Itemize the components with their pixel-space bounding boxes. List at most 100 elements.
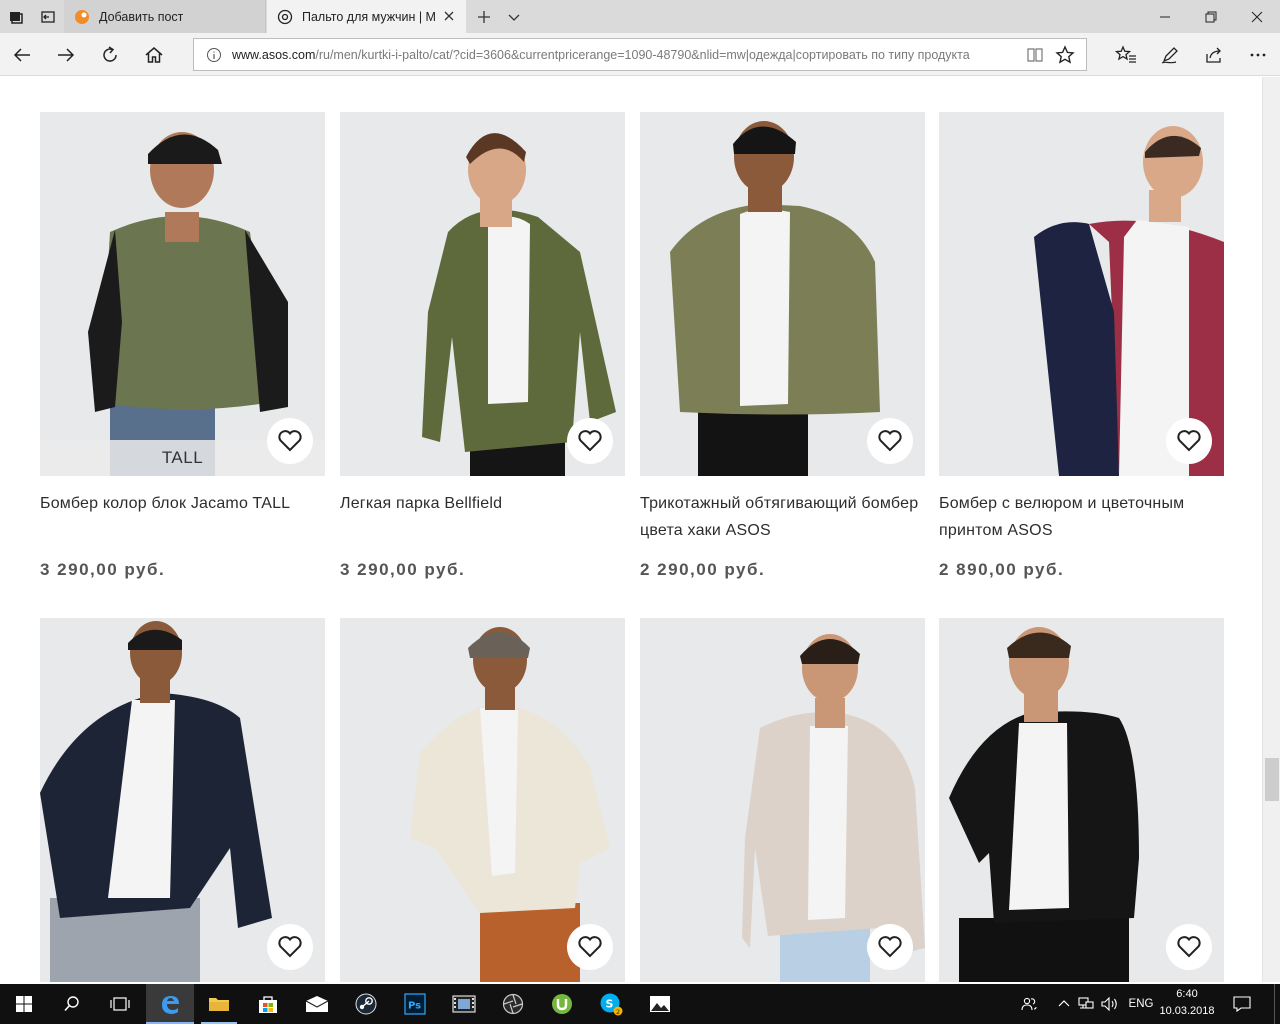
share-icon bbox=[1206, 47, 1221, 63]
product-image[interactable] bbox=[939, 618, 1224, 982]
set-tabs-aside-icon[interactable] bbox=[32, 0, 64, 33]
scrollbar-thumb[interactable] bbox=[1265, 758, 1279, 801]
start-button[interactable] bbox=[0, 984, 48, 1024]
info-icon[interactable] bbox=[206, 47, 222, 63]
product-card[interactable]: Трикотажный обтягивающий бомбер цвета ха… bbox=[640, 112, 925, 580]
aperture-icon bbox=[502, 993, 524, 1015]
store-icon bbox=[259, 996, 277, 1013]
product-image[interactable] bbox=[40, 618, 325, 982]
save-for-later-button[interactable] bbox=[867, 924, 913, 970]
refresh-button[interactable] bbox=[92, 37, 128, 73]
tab-preview-toggle[interactable] bbox=[502, 0, 526, 33]
minimize-button[interactable] bbox=[1142, 0, 1188, 33]
taskbar-photoshop[interactable]: Ps bbox=[391, 984, 439, 1024]
task-view-button[interactable] bbox=[96, 984, 144, 1024]
back-button[interactable] bbox=[4, 37, 40, 73]
close-window-button[interactable] bbox=[1234, 0, 1280, 33]
favorite-star-icon[interactable] bbox=[1055, 45, 1075, 65]
taskbar-file-explorer[interactable] bbox=[195, 984, 243, 1024]
taskbar-photos[interactable] bbox=[636, 984, 684, 1024]
taskbar-utorrent[interactable] bbox=[538, 984, 586, 1024]
forward-button[interactable] bbox=[48, 37, 84, 73]
product-card[interactable]: TALL Бомбер колор блок Jacamo TALL 3 290… bbox=[40, 112, 325, 580]
product-image[interactable] bbox=[939, 112, 1224, 476]
mail-icon bbox=[305, 996, 329, 1012]
taskbar-steam[interactable] bbox=[342, 984, 390, 1024]
web-note-button[interactable] bbox=[1152, 37, 1188, 73]
show-desktop-button[interactable] bbox=[1274, 984, 1280, 1024]
search-button[interactable] bbox=[48, 984, 96, 1024]
save-for-later-button[interactable] bbox=[1166, 924, 1212, 970]
product-card[interactable] bbox=[939, 618, 1224, 982]
product-name[interactable]: Бомбер колор блок Jacamo TALL bbox=[40, 490, 325, 550]
heart-icon bbox=[1177, 430, 1201, 452]
product-price: 2 290,00 руб. bbox=[640, 560, 766, 579]
volume-button[interactable] bbox=[1098, 984, 1122, 1024]
favorites-hub-button[interactable] bbox=[1108, 37, 1144, 73]
address-bar[interactable]: www.asos.com/ru/men/kurtki-i-palto/cat/?… bbox=[193, 38, 1087, 71]
product-card[interactable]: Бомбер с велюром и цветочным принтом ASO… bbox=[939, 112, 1224, 580]
show-hidden-icons-button[interactable] bbox=[1054, 984, 1074, 1024]
people-icon bbox=[1021, 997, 1037, 1011]
close-tab-icon[interactable] bbox=[442, 9, 456, 23]
search-icon bbox=[64, 996, 79, 1012]
taskbar-store[interactable] bbox=[244, 984, 292, 1024]
taskbar-mail[interactable] bbox=[293, 984, 341, 1024]
tab-add-post[interactable]: Добавить пост bbox=[64, 0, 266, 33]
utorrent-icon bbox=[552, 994, 572, 1014]
product-image[interactable] bbox=[340, 112, 625, 476]
save-for-later-button[interactable] bbox=[567, 924, 613, 970]
save-for-later-button[interactable] bbox=[867, 418, 913, 464]
product-image[interactable] bbox=[640, 618, 925, 982]
photoshop-icon: Ps bbox=[404, 993, 426, 1015]
restore-button[interactable] bbox=[1188, 0, 1234, 33]
save-for-later-button[interactable] bbox=[267, 924, 313, 970]
share-button[interactable] bbox=[1196, 37, 1232, 73]
tab-men-coats[interactable]: Пальто для мужчин | M bbox=[267, 0, 466, 33]
heart-icon bbox=[578, 430, 602, 452]
product-card[interactable]: Легкая парка Bellfield 3 290,00 руб. bbox=[340, 112, 625, 580]
task-view-icon bbox=[110, 997, 130, 1011]
network-button[interactable] bbox=[1076, 984, 1096, 1024]
browser-tab-strip: Добавить пост Пальто для мужчин | M bbox=[0, 0, 1280, 33]
product-card[interactable] bbox=[640, 618, 925, 982]
svg-text:Ps: Ps bbox=[408, 1001, 421, 1012]
action-center-button[interactable] bbox=[1230, 984, 1254, 1024]
product-card[interactable] bbox=[40, 618, 325, 982]
film-icon bbox=[452, 995, 476, 1013]
product-name[interactable]: Бомбер с велюром и цветочным принтом ASO… bbox=[939, 490, 1224, 550]
skype-badge-count: 2 bbox=[616, 1008, 620, 1016]
people-button[interactable] bbox=[1018, 984, 1040, 1024]
save-for-later-button[interactable] bbox=[267, 418, 313, 464]
taskbar-aperture-app[interactable] bbox=[489, 984, 537, 1024]
more-button[interactable] bbox=[1240, 37, 1276, 73]
save-for-later-button[interactable] bbox=[1166, 418, 1212, 464]
url-path: /ru/men/kurtki-i-palto/cat/?cid=3606&cur… bbox=[315, 47, 970, 62]
input-language[interactable]: ENG bbox=[1124, 984, 1158, 1024]
taskbar-edge[interactable] bbox=[146, 984, 194, 1024]
page-scrollbar[interactable] bbox=[1262, 77, 1280, 982]
product-image[interactable]: TALL bbox=[40, 112, 325, 476]
product-card[interactable] bbox=[340, 618, 625, 982]
product-image[interactable] bbox=[340, 618, 625, 982]
arrow-left-icon bbox=[13, 48, 30, 62]
taskbar-video-editor[interactable] bbox=[440, 984, 488, 1024]
skype-icon: S2 bbox=[600, 993, 623, 1016]
more-dots-icon bbox=[1250, 53, 1266, 57]
product-name[interactable]: Трикотажный обтягивающий бомбер цвета ха… bbox=[640, 490, 925, 550]
system-clock[interactable]: 6:40 10.03.2018 bbox=[1158, 986, 1216, 1022]
chevron-down-icon bbox=[508, 14, 520, 21]
reading-view-icon[interactable] bbox=[1026, 46, 1044, 64]
url-text[interactable]: www.asos.com/ru/men/kurtki-i-palto/cat/?… bbox=[232, 48, 1022, 62]
product-price: 3 290,00 руб. bbox=[40, 560, 166, 579]
home-button[interactable] bbox=[136, 37, 172, 73]
new-tab-button[interactable] bbox=[472, 0, 496, 33]
tab-actions-icon[interactable] bbox=[0, 0, 32, 33]
product-name[interactable]: Легкая парка Bellfield bbox=[340, 490, 625, 550]
steam-icon bbox=[355, 993, 377, 1015]
taskbar-skype[interactable]: S2 bbox=[587, 984, 635, 1024]
product-image[interactable] bbox=[640, 112, 925, 476]
refresh-icon bbox=[103, 46, 117, 62]
heart-icon bbox=[578, 936, 602, 958]
save-for-later-button[interactable] bbox=[567, 418, 613, 464]
